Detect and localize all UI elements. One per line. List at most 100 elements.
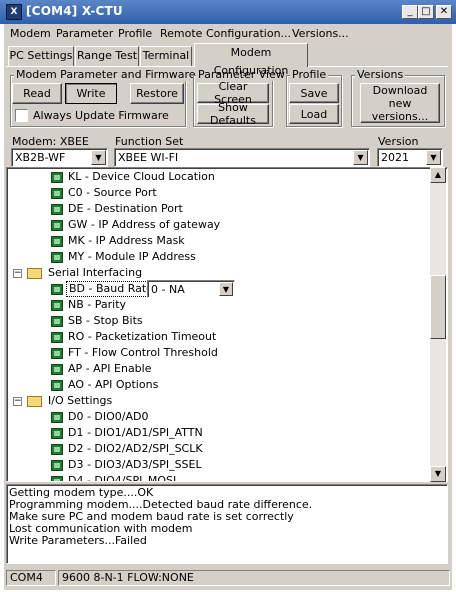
tab-modem-configuration[interactable]: Modem Configuration — [194, 43, 308, 77]
tree-row[interactable]: D2 - DIO2/AD2/SPI_SCLK — [7, 441, 431, 457]
tree-row-label: D1 - DIO1/AD1/SPI_ATTN — [68, 426, 203, 439]
tab-terminal[interactable]: Terminal — [140, 46, 192, 66]
tree-row-label: GW - IP Address of gateway — [68, 218, 221, 231]
save-profile-button[interactable]: Save — [289, 83, 339, 103]
always-update-checkbox[interactable] — [15, 109, 28, 122]
tree-folder-io[interactable]: − I/O Settings — [7, 393, 431, 409]
tree-row-label: DE - Destination Port — [68, 202, 183, 215]
version-select-value: 2021 — [381, 151, 409, 164]
parameter-icon — [51, 332, 63, 343]
tab-range-test[interactable]: Range Test — [75, 46, 139, 66]
download-line-2: versions... — [371, 109, 429, 123]
modem-select[interactable]: XB2B-WF ▼ — [11, 148, 108, 167]
version-select[interactable]: 2021 ▼ — [377, 148, 443, 167]
always-update-label: Always Update Firmware — [33, 109, 169, 122]
tree-row[interactable]: DE - Destination Port — [7, 201, 431, 217]
parameter-icon — [51, 428, 63, 439]
menu-profile[interactable]: Profile — [118, 27, 152, 40]
tree-row-label: MY - Module IP Address — [68, 250, 196, 263]
modem-select-value: XB2B-WF — [15, 151, 66, 164]
parameter-icon — [51, 364, 63, 375]
menu-modem[interactable]: Modem — [10, 27, 51, 40]
tree-row[interactable]: D3 - DIO3/AD3/SPI_SSEL — [7, 457, 431, 473]
chevron-down-icon[interactable]: ▼ — [426, 150, 441, 165]
tree-scrollbar[interactable]: ▲ ▼ — [430, 167, 446, 482]
close-button[interactable]: ✕ — [436, 5, 452, 19]
folder-icon — [27, 396, 42, 407]
window-title: [COM4] X-CTU — [26, 4, 123, 18]
title-bar[interactable]: X [COM4] X-CTU _ □ ✕ — [0, 0, 456, 24]
menu-remote-configuration[interactable]: Remote Configuration... — [160, 27, 291, 40]
tree-row[interactable]: BD - Baud Rate 0 - NA ▼ — [7, 280, 431, 298]
firmware-group-label: Modem Parameter and Firmware — [14, 68, 198, 81]
parameter-icon — [51, 236, 63, 247]
status-log: Getting modem type....OK Programming mod… — [6, 484, 448, 564]
download-versions-button[interactable]: Download new versions... — [360, 83, 440, 123]
parameter-icon — [51, 412, 63, 423]
write-button[interactable]: Write — [65, 83, 117, 104]
tree-row[interactable]: GW - IP Address of gateway — [7, 217, 431, 233]
tree-folder-serial[interactable]: − Serial Interfacing — [7, 265, 431, 281]
function-set-value: XBEE WI-FI — [118, 151, 179, 164]
tree-row[interactable]: D4 - DIO4/SPI_MOSI — [7, 473, 431, 481]
read-button[interactable]: Read — [12, 83, 62, 104]
scroll-down-icon[interactable]: ▼ — [430, 466, 446, 482]
tree-row-label: AP - API Enable — [68, 362, 152, 375]
tree-row-label-selected: BD - Baud Rate — [66, 281, 153, 297]
collapse-icon[interactable]: − — [13, 397, 22, 406]
menu-parameter[interactable]: Parameter — [56, 27, 113, 40]
tree-row-label: MK - IP Address Mask — [68, 234, 185, 247]
tree-row[interactable]: SB - Stop Bits — [7, 313, 431, 329]
load-profile-button[interactable]: Load — [289, 104, 339, 124]
restore-button[interactable]: Restore — [130, 83, 184, 104]
tree-row[interactable]: AO - API Options — [7, 377, 431, 393]
tree-row[interactable]: NB - Parity — [7, 297, 431, 313]
menu-bar: Modem Parameter Profile Remote Configura… — [4, 24, 452, 44]
parameter-icon — [51, 252, 63, 263]
chevron-down-icon[interactable]: ▼ — [91, 150, 106, 165]
show-defaults-button[interactable]: Show Defaults — [197, 101, 269, 127]
profile-group-label: Profile — [290, 68, 329, 81]
folder-icon — [27, 268, 42, 279]
tree-row-label: C0 - Source Port — [68, 186, 157, 199]
scroll-up-icon[interactable]: ▲ — [430, 167, 446, 183]
function-set-select[interactable]: XBEE WI-FI ▼ — [114, 148, 370, 167]
parameter-icon — [51, 380, 63, 391]
parameter-tree[interactable]: KL - Device Cloud Location C0 - Source P… — [6, 167, 448, 482]
parameter-icon — [51, 220, 63, 231]
tree-row-label: RO - Packetization Timeout — [68, 330, 217, 343]
tree-row[interactable]: C0 - Source Port — [7, 185, 431, 201]
parameter-icon — [51, 204, 63, 215]
baud-rate-select[interactable]: 0 - NA ▼ — [147, 280, 235, 298]
chevron-down-icon[interactable]: ▼ — [353, 150, 368, 165]
function-set-label: Function Set — [115, 135, 184, 148]
tree-row-label: D0 - DIO0/AD0 — [68, 410, 149, 423]
minimize-button[interactable]: _ — [402, 5, 418, 19]
tree-row[interactable]: MY - Module IP Address — [7, 249, 431, 265]
download-line-1: Download new — [372, 83, 428, 110]
tree-row-label: AO - API Options — [68, 378, 159, 391]
maximize-button[interactable]: □ — [418, 5, 434, 19]
parameter-icon — [51, 316, 63, 327]
status-settings: 9600 8-N-1 FLOW:NONE — [58, 570, 450, 586]
scrollbar-thumb[interactable] — [430, 275, 446, 339]
tree-row-label: NB - Parity — [68, 298, 127, 311]
collapse-icon[interactable]: − — [13, 269, 22, 278]
tree-row[interactable]: KL - Device Cloud Location — [7, 169, 431, 185]
tree-row[interactable]: FT - Flow Control Threshold — [7, 345, 431, 361]
parameter-icon — [51, 460, 63, 471]
tree-row[interactable]: RO - Packetization Timeout — [7, 329, 431, 345]
clear-screen-button[interactable]: Clear Screen — [197, 80, 269, 106]
parameter-icon — [51, 300, 63, 311]
versions-group-label: Versions — [355, 68, 406, 81]
menu-versions[interactable]: Versions... — [292, 27, 349, 40]
tree-row[interactable]: MK - IP Address Mask — [7, 233, 431, 249]
tree-row[interactable]: D1 - DIO1/AD1/SPI_ATTN — [7, 425, 431, 441]
parameter-icon — [51, 444, 63, 455]
chevron-down-icon[interactable]: ▼ — [219, 282, 233, 296]
tree-row[interactable]: D0 - DIO0/AD0 — [7, 409, 431, 425]
tree-row-label: D3 - DIO3/AD3/SPI_SSEL — [68, 458, 202, 471]
status-bar: COM4 9600 8-N-1 FLOW:NONE — [4, 568, 452, 588]
tab-pc-settings[interactable]: PC Settings — [8, 46, 74, 66]
tree-row[interactable]: AP - API Enable — [7, 361, 431, 377]
